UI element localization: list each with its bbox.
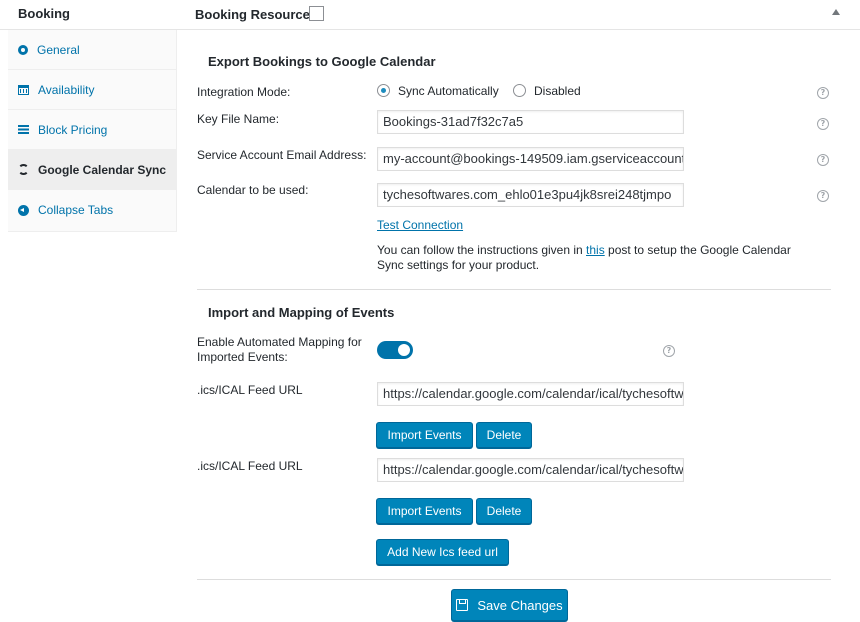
disabled-label: Disabled (534, 84, 581, 98)
tab-label: Block Pricing (38, 122, 108, 137)
sync-automatically-label: Sync Automatically (398, 84, 499, 98)
instructions-text: You can follow the instructions given in… (377, 243, 817, 273)
calendar-icon (18, 84, 29, 95)
feed-url-label: .ics/ICAL Feed URL (197, 383, 303, 397)
sync-icon (18, 164, 29, 175)
disabled-radio[interactable] (513, 84, 526, 97)
feed-url-input[interactable]: https://calendar.google.com/calendar/ica… (377, 458, 684, 482)
delete-feed-button[interactable]: Delete (476, 498, 532, 524)
section-divider (197, 579, 831, 580)
google-calendar-sync-panel: Export Bookings to Google Calendar Integ… (177, 30, 860, 622)
gear-icon (18, 44, 28, 55)
delete-feed-button[interactable]: Delete (476, 422, 532, 448)
add-feed-url-button[interactable]: Add New Ics feed url (376, 539, 509, 565)
collapse-arrow-icon[interactable] (832, 9, 840, 15)
tab-availability[interactable]: Availability (8, 70, 177, 110)
feed-url-input[interactable]: https://calendar.google.com/calendar/ica… (377, 382, 684, 406)
save-changes-label: Save Changes (477, 597, 563, 613)
tab-block-pricing[interactable]: Block Pricing (8, 110, 177, 150)
import-events-button[interactable]: Import Events (376, 498, 473, 524)
tab-label: General (37, 42, 80, 57)
tab-label: Availability (38, 82, 95, 97)
service-email-input[interactable]: my-account@bookings-149509.iam.gservicea… (377, 147, 684, 171)
automated-mapping-toggle[interactable] (377, 341, 413, 359)
tab-label: Google Calendar Sync (38, 162, 167, 177)
test-connection-link[interactable]: Test Connection (377, 218, 463, 232)
tab-google-calendar-sync[interactable]: Google Calendar Sync (8, 150, 177, 190)
tab-collapse-tabs[interactable]: Collapse Tabs (8, 190, 177, 230)
tab-general[interactable]: General (8, 30, 177, 70)
calendar-label: Calendar to be used: (197, 183, 309, 197)
help-icon[interactable]: ? (817, 154, 829, 166)
integration-mode-label: Integration Mode: (197, 85, 291, 99)
help-icon[interactable]: ? (817, 118, 829, 130)
section-divider (197, 289, 831, 290)
help-icon[interactable]: ? (663, 345, 675, 357)
automated-mapping-label: Enable Automated Mapping for Imported Ev… (197, 335, 362, 364)
key-file-label: Key File Name: (197, 112, 280, 126)
booking-resource-label: Booking Resource: (195, 7, 315, 22)
collapse-icon (18, 204, 29, 216)
help-icon[interactable]: ? (817, 87, 829, 99)
save-changes-button[interactable]: Save Changes (451, 589, 568, 621)
booking-resource-checkbox[interactable] (309, 6, 324, 21)
tab-label: Collapse Tabs (38, 203, 114, 217)
key-file-input[interactable]: Bookings-31ad7f32c7a5 (377, 110, 684, 134)
list-icon (18, 125, 29, 134)
help-icon[interactable]: ? (817, 190, 829, 202)
export-section-title: Export Bookings to Google Calendar (208, 54, 436, 69)
import-events-button[interactable]: Import Events (376, 422, 473, 448)
metabox-header: Booking Booking Resource: (0, 0, 860, 30)
service-email-label: Service Account Email Address: (197, 148, 367, 162)
save-icon (456, 599, 469, 611)
import-section-title: Import and Mapping of Events (208, 305, 395, 320)
metabox-title: Booking (18, 6, 70, 21)
instructions-text-start: You can follow the instructions given in (377, 243, 587, 257)
this-post-link[interactable]: this (586, 243, 605, 257)
calendar-input[interactable]: tychesoftwares.com_ehlo01e3pu4jk8srei248… (377, 183, 684, 207)
sync-automatically-radio[interactable] (377, 84, 390, 97)
tabs-sidebar: General Availability Block Pricing Googl… (8, 30, 177, 232)
feed-url-label: .ics/ICAL Feed URL (197, 459, 303, 473)
